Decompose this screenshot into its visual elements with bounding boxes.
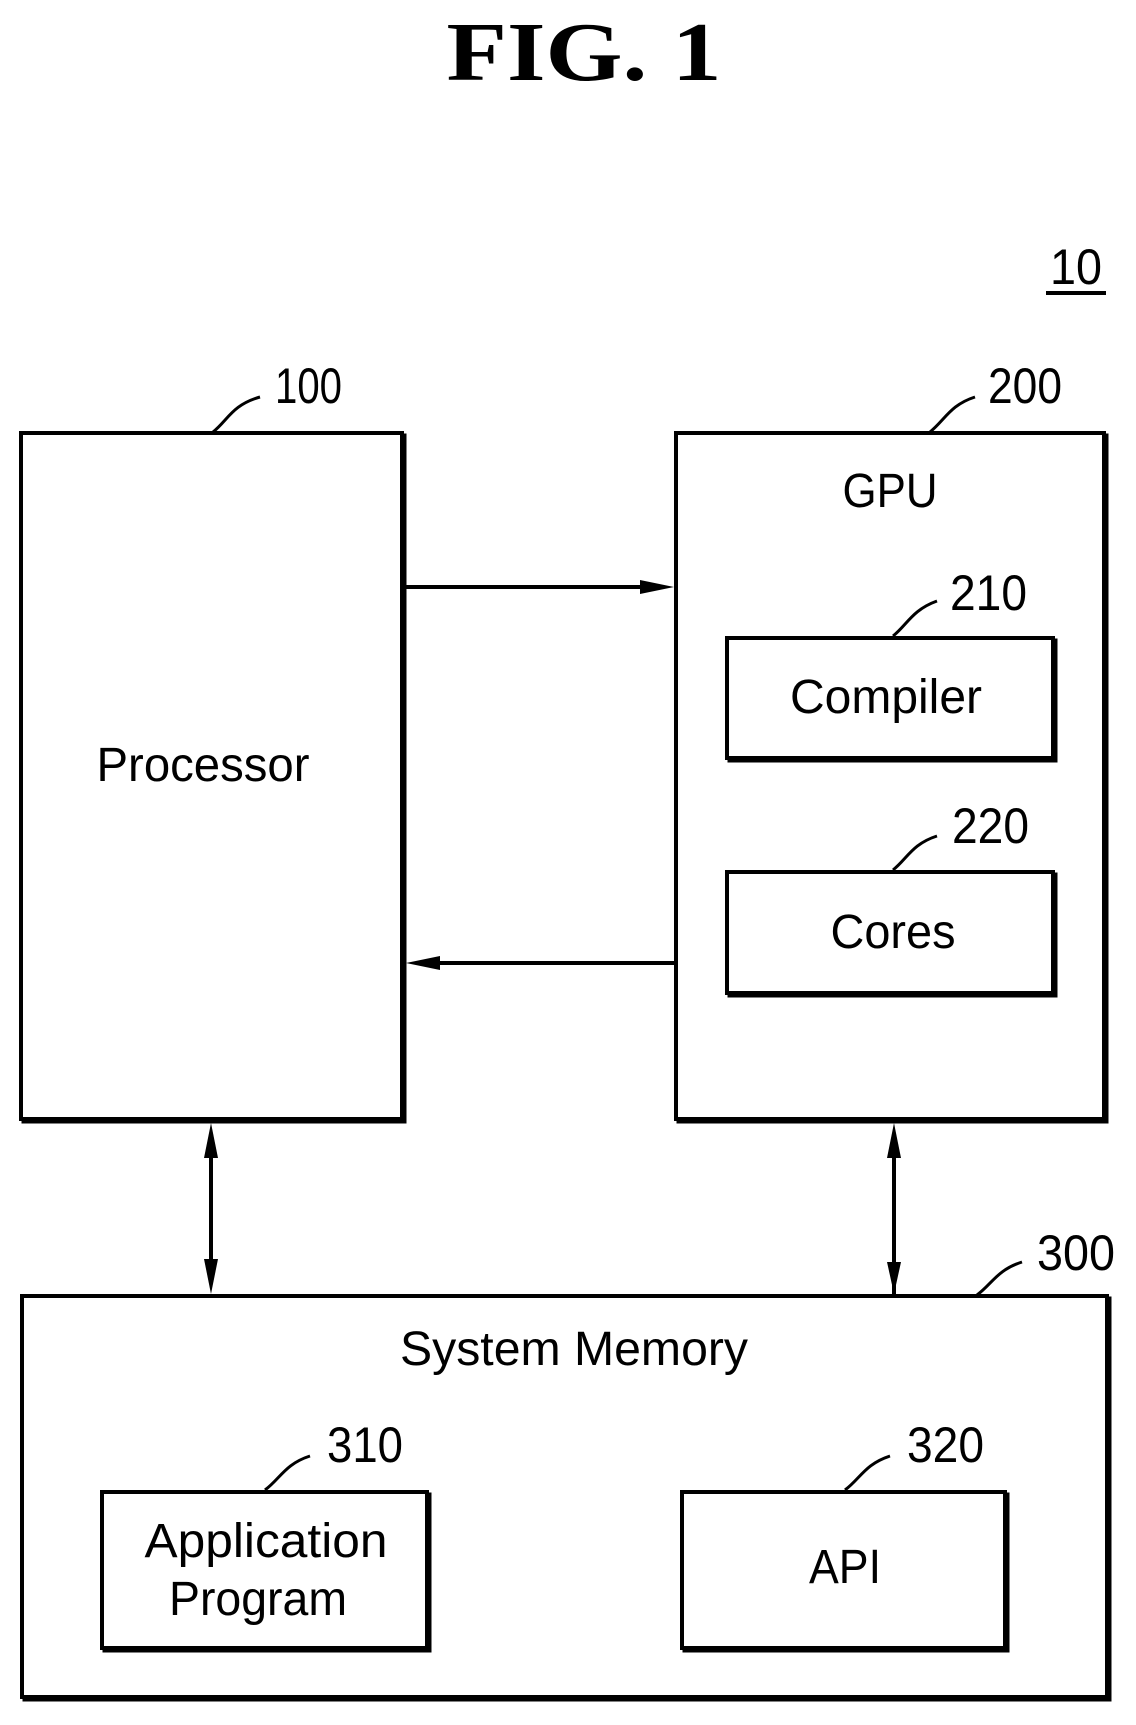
arrowhead-up-icon: [204, 1123, 218, 1158]
cores-block: Cores: [725, 870, 1058, 998]
gpu-to-processor-arrow: [406, 956, 676, 970]
processor-label: Processor: [97, 739, 310, 792]
gpu-block: GPU: [674, 431, 1109, 1124]
system-memory-label: System Memory: [400, 1323, 748, 1376]
cores-label: Cores: [831, 906, 956, 959]
gpu-leader-line: [929, 395, 976, 434]
api-label: API: [809, 1541, 881, 1594]
system-memory-leader-line: [976, 1260, 1023, 1297]
arrowhead-down-icon: [887, 1262, 901, 1294]
block-diagram: FIG. 1 10 Processor 100 GPU 200 Compiler…: [19, 6, 1115, 1702]
processor-leader-line: [212, 395, 261, 434]
compiler-block: Compiler: [725, 636, 1058, 763]
processor-ref: 100: [275, 358, 342, 414]
application-program-block: Application Program: [100, 1490, 432, 1653]
compiler-ref: 210: [950, 565, 1027, 621]
processor-block: Processor: [19, 431, 407, 1124]
api-block: API: [680, 1490, 1010, 1653]
arrowhead-left-icon: [406, 956, 440, 970]
gpu-ref: 200: [988, 358, 1062, 414]
cores-ref: 220: [952, 798, 1029, 854]
application-program-ref: 310: [327, 1417, 403, 1473]
figure-title: FIG. 1: [447, 6, 722, 99]
arrowhead-down-icon: [204, 1259, 218, 1294]
arrowhead-up-icon: [887, 1123, 901, 1158]
application-program-label-line-1: Application: [145, 1515, 388, 1568]
arrowhead-right-icon: [640, 580, 674, 594]
gpu-label: GPU: [843, 465, 938, 518]
gpu-memory-bidirectional-arrow: [887, 1123, 901, 1302]
system-ref-label: 10: [1050, 239, 1102, 295]
application-program-label-line-2: Program: [169, 1573, 347, 1626]
processor-memory-bidirectional-arrow: [204, 1123, 218, 1294]
processor-to-gpu-arrow: [404, 580, 674, 594]
system-memory-ref: 300: [1037, 1225, 1115, 1281]
api-ref: 320: [907, 1417, 984, 1473]
compiler-label: Compiler: [790, 671, 982, 724]
